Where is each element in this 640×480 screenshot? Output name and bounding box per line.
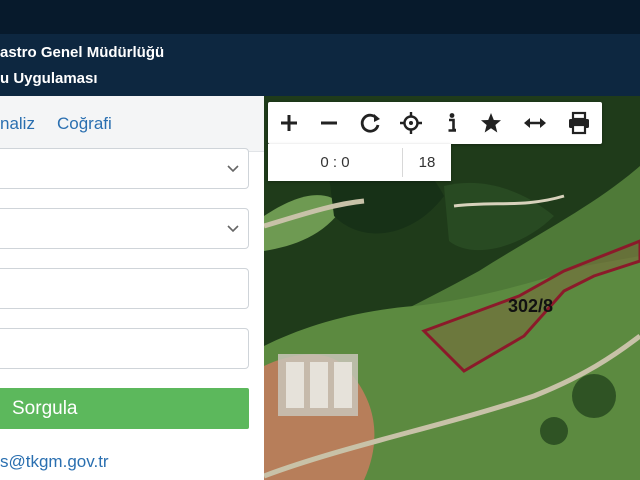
- map-status-bar: 0 : 0 18: [268, 144, 451, 181]
- tab-cografi[interactable]: Coğrafi: [57, 114, 112, 134]
- chevron-down-icon: [227, 225, 239, 233]
- select-field-1[interactable]: [0, 148, 249, 189]
- contact-email-link[interactable]: s@tkgm.gov.tr: [0, 452, 109, 472]
- print-icon[interactable]: [566, 110, 592, 136]
- refresh-icon[interactable]: [357, 110, 383, 136]
- zoom-level: 18: [418, 154, 436, 171]
- panel-tabs: naliz Coğrafi: [0, 96, 264, 152]
- top-status-bar: [0, 0, 640, 34]
- coordinate-readout: 0 : 0: [320, 154, 350, 171]
- app-title: astro Genel Müdürlüğü: [0, 44, 165, 61]
- text-field-1[interactable]: [0, 268, 249, 309]
- map-toolbar: [268, 102, 602, 144]
- info-icon[interactable]: [439, 110, 465, 136]
- query-button[interactable]: Sorgula: [0, 388, 249, 429]
- favorite-star-icon[interactable]: [478, 110, 504, 136]
- text-field-2[interactable]: [0, 328, 249, 369]
- locate-icon[interactable]: [398, 110, 424, 136]
- zoom-in-icon[interactable]: [276, 110, 302, 136]
- parcel-label[interactable]: 302/8: [508, 296, 553, 317]
- measure-icon[interactable]: [522, 110, 548, 136]
- chevron-down-icon: [227, 165, 239, 173]
- select-field-2[interactable]: [0, 208, 249, 249]
- app-subtitle: u Uygulaması: [0, 70, 98, 87]
- app-header: astro Genel Müdürlüğü u Uygulaması: [0, 34, 640, 96]
- tab-analiz[interactable]: naliz: [0, 114, 35, 134]
- zoom-out-icon[interactable]: [316, 110, 342, 136]
- query-panel: naliz Coğrafi Sorgula s@tkgm.gov.tr: [0, 96, 264, 480]
